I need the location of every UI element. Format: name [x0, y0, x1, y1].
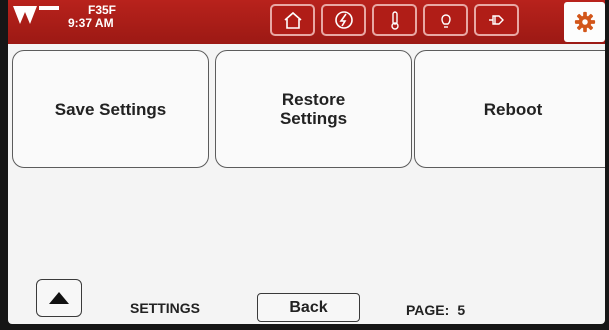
back-button[interactable]: Back — [257, 293, 360, 322]
plug-icon — [488, 15, 504, 25]
restore-label-line1: Restore — [281, 90, 346, 109]
nav-icon-bar — [270, 4, 519, 40]
header-bar: F35F 9:37 AM — [8, 0, 605, 44]
settings-button[interactable] — [564, 2, 605, 42]
page-label: PAGE: — [406, 302, 450, 318]
page-indicator: PAGE: 5 — [406, 302, 465, 318]
energy-icon — [334, 11, 353, 29]
back-label: Back — [289, 298, 328, 316]
scroll-up-button[interactable] — [36, 279, 82, 317]
thermometer-icon — [390, 11, 399, 30]
device-info: F35F 9:37 AM — [68, 4, 116, 30]
triangle-up-icon — [49, 292, 69, 304]
clock-time: 9:37 AM — [68, 16, 114, 30]
reboot-label: Reboot — [483, 99, 543, 119]
temperature-button[interactable] — [372, 4, 417, 36]
gear-icon — [574, 11, 595, 33]
restore-settings-label: Restore Settings — [280, 90, 347, 128]
power-button[interactable] — [474, 4, 519, 36]
home-button[interactable] — [270, 4, 315, 36]
touch-screen: F35F 9:37 AM Save Settings Restore Setti… — [8, 0, 605, 324]
restore-label-line2: Settings — [279, 109, 348, 128]
lightbulb-icon — [440, 14, 451, 28]
page-number: 5 — [457, 302, 466, 318]
brand-logo — [13, 6, 59, 24]
light-button[interactable] — [423, 4, 468, 36]
home-icon — [283, 11, 302, 29]
save-settings-button[interactable]: Save Settings — [12, 50, 209, 168]
reboot-button[interactable]: Reboot — [414, 50, 605, 168]
restore-settings-button[interactable]: Restore Settings — [215, 50, 412, 168]
section-label: SETTINGS — [130, 300, 201, 316]
energy-button[interactable] — [321, 4, 366, 36]
save-settings-label: Save Settings — [54, 99, 167, 119]
